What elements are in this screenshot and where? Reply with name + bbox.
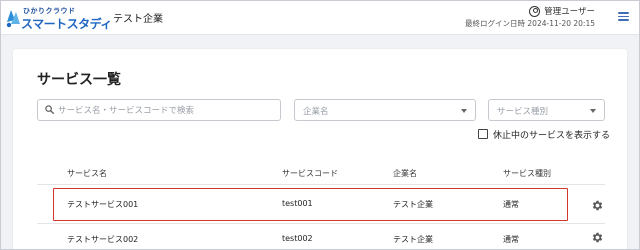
app-logo[interactable]: ひかりクラウド スマートスタディ (5, 4, 112, 32)
gear-icon[interactable] (591, 199, 604, 212)
cell-company: テスト企業 (393, 235, 433, 244)
show-suspended-checkbox[interactable] (478, 129, 488, 139)
column-header-service-code: サービスコード (282, 169, 338, 178)
cell-service-type: 通常 (503, 200, 519, 209)
logo-title: スマートスタディ (21, 17, 112, 31)
cell-service-name[interactable]: テストサービス002 (67, 234, 138, 245)
app-frame: ひかりクラウド スマートスタディ テスト企業 管理ユーザー 最終ログイン日時 2… (0, 0, 640, 250)
column-header-company: 企業名 (393, 169, 417, 178)
show-suspended-toggle[interactable]: 休止中のサービスを表示する (478, 127, 610, 141)
caret-down-icon (461, 109, 467, 113)
cell-service-code: test002 (282, 234, 313, 243)
user-info[interactable]: 管理ユーザー 最終ログイン日時 2024-11-20 20:15 (455, 4, 595, 32)
search-icon (45, 105, 54, 114)
table-header-divider (37, 184, 605, 185)
last-login-time: 最終ログイン日時 2024-11-20 20:15 (465, 19, 595, 28)
gear-icon[interactable] (591, 231, 604, 244)
cell-service-type: 通常 (503, 235, 519, 244)
page-title: サービス一覧 (37, 72, 121, 88)
column-header-service-name: サービス名 (67, 169, 107, 178)
company-select[interactable]: 企業名 (294, 99, 476, 121)
user-name: 管理ユーザー (544, 7, 595, 17)
current-company: テスト企業 (113, 14, 163, 25)
menu-bar (618, 19, 629, 21)
menu-bar (618, 15, 629, 18)
show-suspended-label: 休止中のサービスを表示する (493, 130, 611, 141)
hamburger-menu-icon[interactable] (618, 12, 629, 21)
logo-mark-icon (6, 10, 20, 28)
service-type-select-placeholder: サービス種別 (497, 107, 549, 117)
cell-service-code: test001 (282, 199, 313, 208)
column-header-service-type: サービス種別 (503, 169, 551, 178)
table-row[interactable]: テストサービス001 test001 テスト企業 通常 (37, 189, 605, 219)
menu-bar (618, 12, 629, 14)
service-search-input[interactable] (58, 103, 278, 118)
top-header: ひかりクラウド スマートスタディ テスト企業 管理ユーザー 最終ログイン日時 2… (1, 1, 639, 35)
cell-company: テスト企業 (393, 200, 433, 209)
service-type-select[interactable]: サービス種別 (488, 99, 605, 121)
company-select-placeholder: 企業名 (303, 107, 329, 117)
service-search-field[interactable] (37, 99, 281, 121)
user-circle-icon (529, 5, 541, 17)
table-row[interactable]: テストサービス002 test002 テスト企業 通常 (37, 223, 605, 249)
user-row[interactable]: 管理ユーザー (529, 4, 595, 18)
cell-service-name[interactable]: テストサービス001 (67, 199, 138, 210)
caret-down-icon (590, 109, 596, 113)
